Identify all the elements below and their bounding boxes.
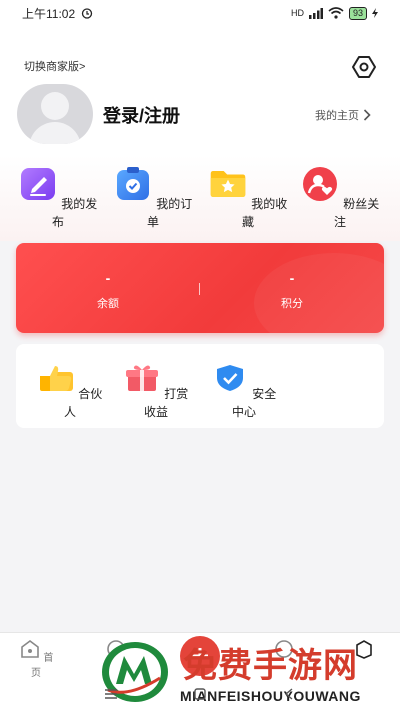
tab-home[interactable]: 首页 bbox=[16, 639, 56, 679]
battery-indicator: 93 bbox=[348, 6, 367, 20]
points-value: - bbox=[289, 270, 295, 286]
avatar-head-shape bbox=[41, 92, 69, 120]
status-bar: 上午11:02 HD 93 bbox=[0, 0, 400, 26]
gift-icon bbox=[125, 365, 158, 391]
thumbs-up-icon bbox=[39, 366, 73, 391]
status-indicators: HD 93 bbox=[290, 6, 378, 20]
charging-icon bbox=[372, 8, 378, 18]
avatar[interactable] bbox=[17, 84, 93, 144]
fans-follow-button[interactable]: 粉丝关注 bbox=[300, 166, 380, 231]
signal-icon bbox=[308, 7, 323, 19]
partner-button[interactable]: 合伙人 bbox=[35, 364, 105, 421]
tip-earnings-button[interactable]: 打赏收益 bbox=[121, 364, 191, 421]
edit-icon bbox=[20, 168, 55, 200]
services-card: 合伙人 打赏收益 安全中心 bbox=[16, 344, 384, 428]
my-favorites-button[interactable]: 我的收藏 bbox=[208, 166, 288, 231]
my-homepage-link[interactable]: 我的主页 bbox=[315, 107, 371, 123]
balance-label: 余额 bbox=[97, 298, 119, 310]
fans-follow-label: 粉丝关注 bbox=[333, 197, 380, 229]
back-nav-icon[interactable] bbox=[284, 688, 294, 700]
my-orders-button[interactable]: 我的订单 bbox=[113, 166, 193, 231]
menu-nav-icon[interactable] bbox=[104, 688, 118, 700]
balance-section[interactable]: - 余额 bbox=[16, 271, 200, 311]
my-orders-label: 我的订单 bbox=[146, 197, 193, 229]
wallet-card: - 余额 - 积分 bbox=[16, 243, 384, 333]
login-register-link[interactable]: 登录/注册 bbox=[103, 102, 180, 128]
folder-star-icon bbox=[210, 171, 246, 197]
my-homepage-label: 我的主页 bbox=[315, 110, 359, 122]
clipboard-check-icon bbox=[116, 167, 149, 200]
points-section[interactable]: - 积分 bbox=[200, 271, 384, 311]
network-label: HD bbox=[290, 8, 304, 18]
chevron-right-icon bbox=[363, 109, 371, 121]
status-time: 上午11:02 bbox=[22, 6, 76, 21]
my-posts-label: 我的发布 bbox=[51, 197, 98, 229]
avatar-body-shape bbox=[29, 122, 81, 144]
balance-value: - bbox=[105, 270, 111, 286]
points-label: 积分 bbox=[281, 298, 303, 310]
my-posts-button[interactable]: 我的发布 bbox=[18, 166, 98, 231]
switch-merchant-link[interactable]: 切换商家版> bbox=[24, 58, 85, 74]
system-nav-bar bbox=[0, 686, 400, 711]
user-heart-icon bbox=[302, 167, 337, 201]
security-center-button[interactable]: 安全中心 bbox=[209, 364, 279, 421]
my-favorites-label: 我的收藏 bbox=[241, 197, 288, 229]
alarm-icon bbox=[81, 8, 93, 19]
wifi-icon bbox=[328, 7, 344, 19]
watermark-title: 免费手游网 bbox=[183, 646, 358, 686]
home-nav-icon[interactable] bbox=[194, 688, 206, 700]
settings-icon[interactable] bbox=[352, 56, 376, 78]
home-icon bbox=[20, 640, 39, 658]
quick-actions: 我的发布 我的订单 我的收藏 粉丝关注 bbox=[0, 166, 400, 230]
shield-check-icon bbox=[216, 365, 243, 391]
status-time-group: 上午11:02 bbox=[22, 5, 93, 22]
